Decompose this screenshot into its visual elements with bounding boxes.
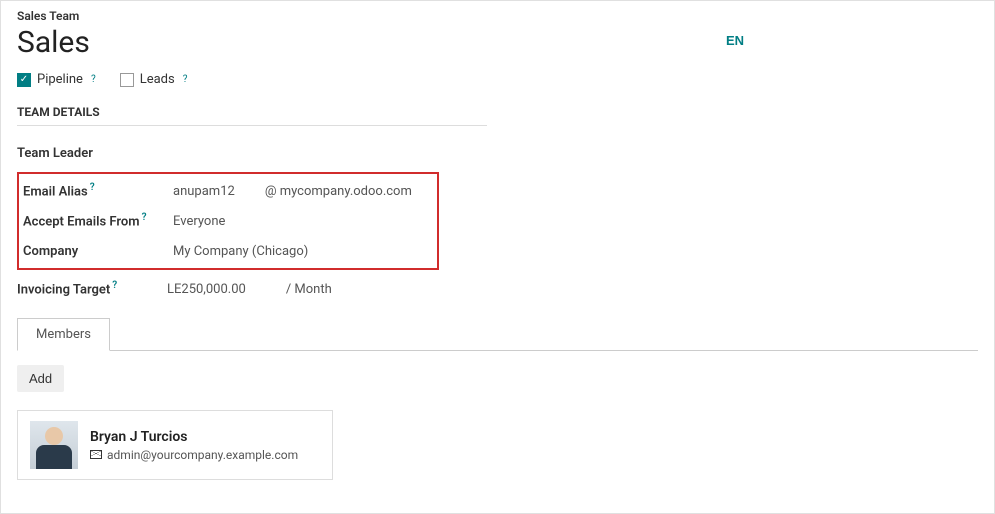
language-button[interactable]: EN bbox=[726, 33, 744, 48]
envelope-icon bbox=[90, 450, 102, 459]
checkbox-icon bbox=[120, 73, 134, 87]
help-icon[interactable]: ? bbox=[91, 74, 96, 85]
invoicing-unit: / Month bbox=[286, 282, 332, 297]
breadcrumb-label: Sales Team bbox=[17, 9, 978, 23]
accept-emails-row: Accept Emails From? Everyone bbox=[23, 206, 433, 236]
member-card[interactable]: Bryan J Turcios admin@yourcompany.exampl… bbox=[17, 410, 333, 480]
team-leader-label: Team Leader bbox=[17, 146, 167, 161]
member-email: admin@yourcompany.example.com bbox=[90, 448, 320, 462]
invoicing-target-label: Invoicing Target? bbox=[17, 280, 167, 297]
avatar bbox=[30, 421, 78, 469]
invoicing-target-row: Invoicing Target? LE250,000.00 / Month bbox=[17, 274, 497, 304]
pipeline-label: Pipeline bbox=[37, 72, 83, 87]
invoicing-target-input[interactable]: LE250,000.00 bbox=[167, 282, 246, 297]
page-title: Sales bbox=[17, 25, 978, 60]
help-icon[interactable]: ? bbox=[90, 182, 95, 193]
pipeline-checkbox[interactable]: ✓ Pipeline ? bbox=[17, 72, 96, 87]
email-alias-input[interactable]: anupam12 bbox=[173, 184, 235, 199]
company-label: Company bbox=[23, 244, 173, 259]
highlighted-fields: Email Alias? anupam12 @ mycompany.odoo.c… bbox=[17, 172, 439, 270]
tabs: Members bbox=[17, 318, 978, 351]
tab-members[interactable]: Members bbox=[17, 318, 110, 351]
company-select[interactable]: My Company (Chicago) bbox=[173, 244, 433, 259]
add-button[interactable]: Add bbox=[17, 365, 64, 392]
checkbox-icon: ✓ bbox=[17, 73, 31, 87]
email-alias-label: Email Alias? bbox=[23, 182, 173, 199]
member-info: Bryan J Turcios admin@yourcompany.exampl… bbox=[90, 429, 320, 462]
leads-checkbox[interactable]: Leads ? bbox=[120, 72, 188, 87]
accept-emails-select[interactable]: Everyone bbox=[173, 214, 433, 229]
leads-label: Leads bbox=[140, 72, 175, 87]
form-area: Team Leader Email Alias? anupam12 @ myco… bbox=[17, 138, 497, 304]
company-row: Company My Company (Chicago) bbox=[23, 236, 433, 266]
options-row: ✓ Pipeline ? Leads ? bbox=[17, 72, 978, 87]
email-alias-row: Email Alias? anupam12 @ mycompany.odoo.c… bbox=[23, 176, 433, 206]
help-icon[interactable]: ? bbox=[142, 212, 147, 223]
team-leader-row: Team Leader bbox=[17, 138, 497, 168]
help-icon[interactable]: ? bbox=[112, 280, 117, 291]
help-icon[interactable]: ? bbox=[183, 74, 188, 85]
member-name: Bryan J Turcios bbox=[90, 429, 320, 445]
accept-emails-label: Accept Emails From? bbox=[23, 212, 173, 229]
email-domain: @ mycompany.odoo.com bbox=[265, 184, 412, 199]
section-title: TEAM DETAILS bbox=[17, 105, 487, 126]
